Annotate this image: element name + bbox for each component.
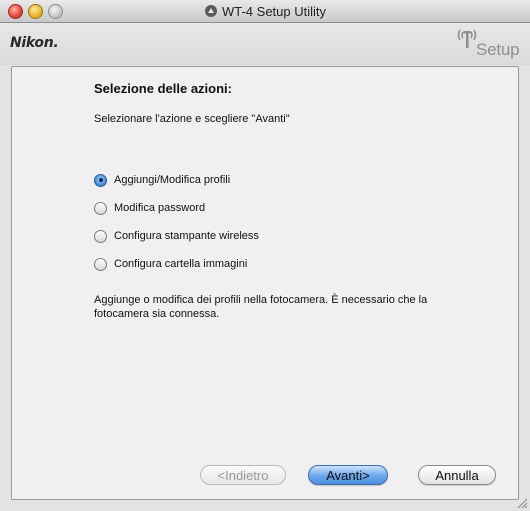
setup-logo-label: Setup (476, 40, 520, 59)
option-add-modify-profiles[interactable]: Aggiungi/Modifica profili (94, 171, 230, 189)
option-configure-image-folder[interactable]: Configura cartella immagini (94, 255, 247, 273)
option-label: Configura cartella immagini (114, 258, 248, 270)
cancel-button[interactable]: Annulla (418, 465, 496, 485)
radio-button[interactable] (94, 257, 107, 271)
app-window: WT-4 Setup Utility Nikon. Setup Selezion… (0, 0, 530, 511)
back-button[interactable]: <Indietro (200, 465, 286, 485)
header-bar: Nikon. Setup (0, 23, 530, 65)
setup-logo: Setup (456, 26, 520, 60)
instruction-text: Selezionare l'azione e scegliere "Avanti… (94, 113, 290, 125)
wireless-setup-icon (204, 5, 217, 17)
window-title-group: WT-4 Setup Utility (0, 0, 530, 22)
radio-button[interactable] (94, 201, 107, 215)
nikon-logo: Nikon. (10, 35, 59, 51)
option-label: Aggiungi/Modifica profili (114, 174, 231, 186)
radio-button[interactable] (94, 229, 107, 243)
option-configure-wireless-printer[interactable]: Configura stampante wireless (94, 227, 259, 245)
title-bar[interactable]: WT-4 Setup Utility (0, 0, 530, 23)
option-description: Aggiunge o modifica dei profili nella fo… (94, 294, 428, 320)
antenna-icon (457, 29, 477, 48)
main-panel: Selezione delle azioni: Selezionare l'az… (11, 66, 519, 500)
option-label: Modifica password (114, 202, 206, 214)
next-button[interactable]: Avanti> (308, 465, 388, 485)
option-modify-password[interactable]: Modifica password (94, 199, 205, 217)
option-label: Configura stampante wireless (114, 230, 259, 242)
radio-button-selected[interactable] (94, 173, 107, 187)
window-title: WT-4 Setup Utility (221, 3, 327, 19)
page-title: Selezione delle azioni: (94, 81, 232, 96)
resize-grip-icon[interactable] (517, 498, 528, 509)
